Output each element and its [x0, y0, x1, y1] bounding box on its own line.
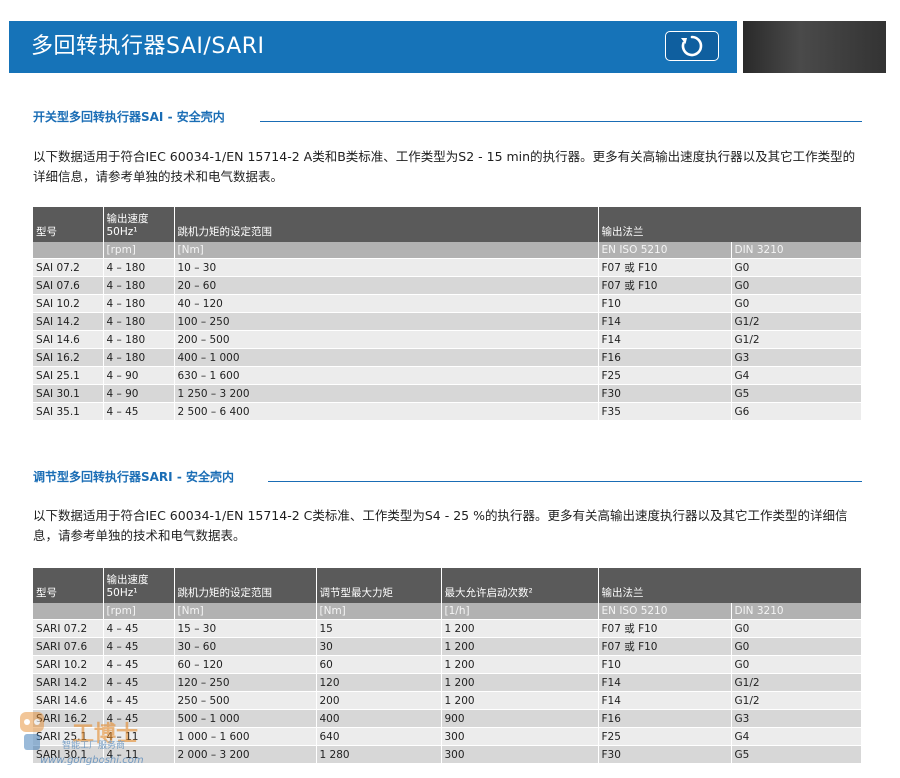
refresh-icon — [681, 35, 703, 57]
units-row: [rpm] [Nm] EN ISO 5210 DIN 3210 — [33, 242, 862, 259]
refresh-button[interactable] — [665, 31, 719, 61]
col-flange: 输出法兰 — [598, 207, 862, 242]
sari-section-title: 调节型多回转执行器SARI - 安全壳内 — [33, 470, 234, 484]
sai-section-rule — [260, 121, 862, 122]
watermark-subtitle: 智能工厂服务商 — [62, 741, 126, 751]
table-row: SARI 07.6 4 – 45 30 – 60 30 1 200 F07 或 F10 G0 — [33, 637, 862, 656]
table-row: SAI 07.6 4 – 180 20 – 60 F07 或 F10 G0 — [33, 276, 862, 295]
table-row: SAI 35.1 4 – 45 2 500 – 6 400 F35 G6 — [33, 402, 862, 421]
watermark: 工博士 智能工厂服务商 www.gongboshi.com — [8, 688, 188, 776]
col-torque: 跳机力矩的设定范围 — [174, 568, 317, 603]
page-title: 多回转执行器SAI/SARI — [31, 34, 265, 59]
sari-description: 以下数据适用于符合IEC 60034-1/EN 15714-2 C类标准、工作类… — [33, 508, 848, 543]
table-row: SAI 30.1 4 – 90 1 250 – 3 200 F30 G5 — [33, 384, 862, 403]
col-type: 型号 — [33, 568, 104, 603]
table-row: SAI 14.6 4 – 180 200 – 500 F14 G1/2 — [33, 330, 862, 349]
col-type: 型号 — [33, 207, 104, 242]
col-speed: 输出速度 50Hz¹ — [103, 568, 175, 603]
table-row: SAI 14.2 4 – 180 100 – 250 F14 G1/2 — [33, 312, 862, 331]
watermark-url: www.gongboshi.com — [40, 755, 144, 766]
col-torque: 跳机力矩的设定范围 — [174, 207, 599, 242]
table-row: SAI 16.2 4 – 180 400 – 1 000 F16 G3 — [33, 348, 862, 367]
sari-section-rule — [268, 481, 862, 482]
page-header: 多回转执行器SAI/SARI — [9, 21, 737, 73]
sai-section-title: 开关型多回转执行器SAI - 安全壳内 — [33, 110, 225, 124]
col-mod-torque: 调节型最大力矩 — [316, 568, 442, 603]
col-speed: 输出速度 50Hz¹ — [103, 207, 175, 242]
table-row: SAI 25.1 4 – 90 630 – 1 600 F25 G4 — [33, 366, 862, 385]
table-row: SAI 07.2 4 – 180 10 – 30 F07 或 F10 G0 — [33, 258, 862, 277]
table-row: SAI 10.2 4 – 180 40 – 120 F10 G0 — [33, 294, 862, 313]
table-row: SARI 07.2 4 – 45 15 – 30 15 1 200 F07 或 F10 G0 — [33, 619, 862, 638]
units-row: [rpm] [Nm] [Nm] [1/h] EN ISO 5210 DIN 3210 — [33, 603, 862, 620]
header-dark-block — [743, 21, 886, 73]
table-row: SARI 10.2 4 – 45 60 – 120 60 1 200 F10 G0 — [33, 655, 862, 674]
col-starts: 最大允许启动次数² — [441, 568, 599, 603]
sai-description: 以下数据适用于符合IEC 60034-1/EN 15714-2 A类和B类标准、… — [33, 149, 856, 184]
sai-data-table: 型号 输出速度 50Hz¹ 跳机力矩的设定范围 输出法兰 [rpm] [Nm] EN … — [33, 207, 862, 421]
robot-logo-icon — [20, 712, 44, 750]
col-flange: 输出法兰 — [598, 568, 862, 603]
